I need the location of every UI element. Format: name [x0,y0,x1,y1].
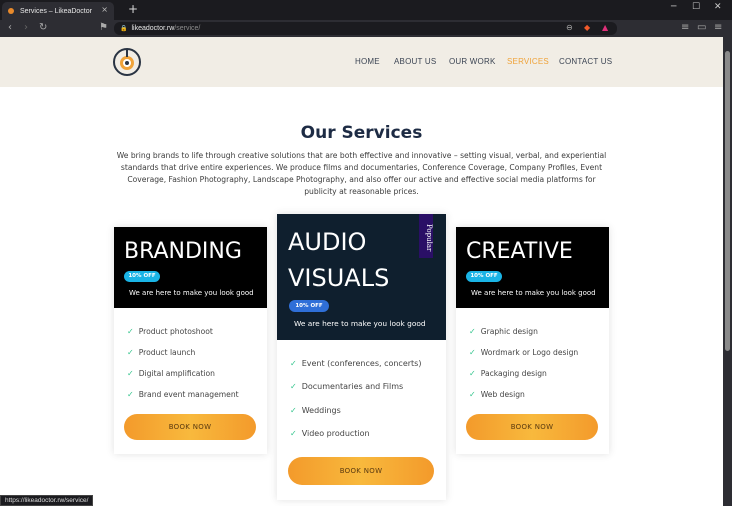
playlist-icon[interactable]: ≡ [681,22,689,34]
browser-tab-bar: Services – LikeaDoctor × + ─ ☐ ✕ [0,0,732,20]
card-header: CREATIVE 10% OFF We are here to make you… [456,227,609,308]
url-path: /service/ [174,25,201,32]
feature-item: ✓ Event (conferences, concerts) [290,359,422,368]
minimize-icon[interactable]: ─ [671,2,676,12]
check-icon: ✓ [469,327,476,336]
brave-shield-icon[interactable]: ◆ [584,23,590,32]
feature-item: ✓ Web design [469,390,525,399]
browser-toolbar: ‹ › ↻ ⚑ 🔒 likeadoctor.rw /service/ ⊖ ◆ ▲… [0,20,732,37]
check-icon: ✓ [469,390,476,399]
feature-item: ✓ Digital amplification [127,369,215,378]
check-icon: ✓ [290,382,297,391]
new-tab-button[interactable]: + [128,3,138,15]
check-icon: ✓ [127,327,134,336]
lock-icon: 🔒 [120,25,128,32]
check-icon: ✓ [290,359,297,368]
bookmark-icon[interactable]: ⚑ [99,22,108,34]
card-title-line2: VISUALS [288,264,390,292]
book-now-button[interactable]: BOOK NOW [288,457,434,485]
check-icon: ✓ [127,348,134,357]
site-header: HOME ABOUT US OUR WORK SERVICES CONTACT … [0,37,723,87]
feature-item: ✓ Product launch [127,348,196,357]
check-icon: ✓ [290,406,297,415]
check-icon: ✓ [469,348,476,357]
feature-item: ✓ Wordmark or Logo design [469,348,579,357]
address-bar[interactable]: 🔒 likeadoctor.rw /service/ ⊖ ◆ ▲ [114,22,617,35]
card-title-line1: AUDIO [288,228,367,256]
popular-ribbon: Popular [419,214,433,258]
browser-tab[interactable]: Services – LikeaDoctor × [2,2,114,20]
back-icon[interactable]: ‹ [8,22,12,34]
zoom-icon[interactable]: ⊖ [566,23,573,32]
feature-item: ✓ Graphic design [469,327,538,336]
card-title: BRANDING [124,239,242,264]
feature-item: ✓ Video production [290,429,370,438]
service-card-creative: CREATIVE 10% OFF We are here to make you… [456,227,609,454]
feature-item: ✓ Packaging design [469,369,547,378]
card-header: BRANDING 10% OFF We are here to make you… [114,227,267,308]
nav-about-us[interactable]: ABOUT US [394,57,436,66]
service-card-audio-visuals: AUDIO VISUALS Popular 10% OFF We are her… [277,214,446,500]
book-now-button[interactable]: BOOK NOW [466,414,598,440]
card-title: CREATIVE [466,239,573,264]
url-host: likeadoctor.rw [131,25,175,32]
feature-item: ✓ Product photoshoot [127,327,213,336]
check-icon: ✓ [290,429,297,438]
site-logo-icon[interactable] [112,47,142,77]
tab-title: Services – LikeaDoctor [20,7,92,15]
page-scrollbar[interactable] [723,37,732,506]
feature-item: ✓ Brand event management [127,390,239,399]
discount-badge: 10% OFF [124,271,160,282]
nav-home[interactable]: HOME [355,57,380,66]
feature-item: ✓ Weddings [290,406,341,415]
card-header: AUDIO VISUALS Popular 10% OFF We are her… [277,214,446,340]
scrollbar-thumb[interactable] [725,51,730,351]
check-icon: ✓ [469,369,476,378]
service-card-branding: BRANDING 10% OFF We are here to make you… [114,227,267,454]
intro-text: We bring brands to life through creative… [116,151,607,196]
wallet-icon[interactable]: ▭ [697,22,706,34]
close-window-icon[interactable]: ✕ [714,2,722,12]
card-tagline: We are here to make you look good [129,289,254,297]
nav-services[interactable]: SERVICES [507,57,549,66]
menu-icon[interactable]: ≡ [714,22,722,34]
check-icon: ✓ [127,369,134,378]
tab-close-icon[interactable]: × [101,5,108,14]
discount-badge: 10% OFF [289,300,329,312]
nav-our-work[interactable]: OUR WORK [449,57,496,66]
feature-item: ✓ Documentaries and Films [290,382,404,391]
reload-icon[interactable]: ↻ [39,22,47,34]
card-tagline: We are here to make you look good [471,289,596,297]
maximize-icon[interactable]: ☐ [692,2,700,12]
rewards-icon[interactable]: ▲ [602,23,608,32]
card-tagline: We are here to make you look good [294,319,426,328]
check-icon: ✓ [127,390,134,399]
status-bar-url: https://likeadoctor.rw/service/ [0,495,94,506]
web-page: HOME ABOUT US OUR WORK SERVICES CONTACT … [0,37,723,506]
nav-contact-us[interactable]: CONTACT US [559,57,612,66]
forward-icon[interactable]: › [24,22,28,34]
book-now-button[interactable]: BOOK NOW [124,414,256,440]
favicon-icon [8,8,14,14]
page-title: Our Services [300,123,423,143]
discount-badge: 10% OFF [466,271,502,282]
